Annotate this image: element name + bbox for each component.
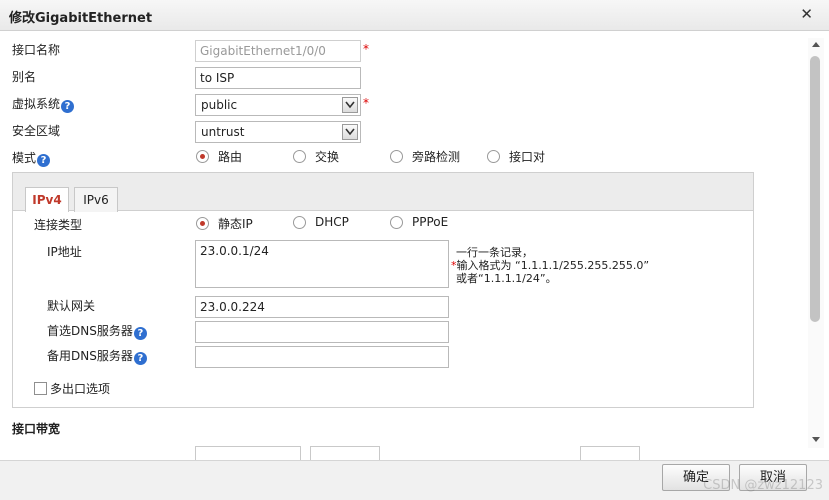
tab-ipv4[interactable]: IPv4 [25,187,69,212]
multi-exit-label: 多出口选项 [50,382,111,396]
conn-radio-static[interactable]: 静态IP [196,215,253,232]
ip-address-label: IP地址 [47,245,82,259]
multi-exit-checkbox[interactable]: 多出口选项 [34,380,110,397]
hint-line1: 一行一条记录， [456,246,533,259]
primary-dns-input[interactable] [195,321,449,343]
security-zone-value: untrust [201,125,245,139]
ip-address-textarea[interactable]: 23.0.0.1/24 [195,240,449,288]
security-zone-label: 安全区域 [12,124,61,138]
bandwidth-section-title: 接口带宽 [12,422,61,436]
watermark: CSDN @zwz12123 [703,478,823,493]
mode-radio-route[interactable]: 路由 [196,148,242,165]
mode-option-label: 交换 [315,150,340,164]
ip-tab-panel: IPv4 IPv6 [12,172,754,408]
ip-format-hint: 一行一条记录， *输入格式为 “1.1.1.1/255.255.255.0” 或… [451,246,649,285]
conn-option-label: 静态IP [218,217,253,231]
tab-strip: IPv4 IPv6 [13,173,753,212]
conn-radio-pppoe[interactable]: PPPoE [390,215,448,229]
chevron-down-icon[interactable] [342,124,358,140]
chevron-down-icon[interactable] [342,97,358,113]
radio-dot[interactable] [390,150,403,163]
radio-dot[interactable] [390,215,403,229]
mode-option-label: 接口对 [509,150,546,164]
default-gateway-input[interactable] [195,296,449,318]
mode-option-label: 旁路检测 [412,150,461,164]
radio-dot[interactable] [196,217,209,230]
connection-type-label: 连接类型 [34,218,83,232]
interface-name-input [195,40,361,62]
mode-label: 模式? [12,149,51,167]
hint-line3: 或者“1.1.1.1/24”。 [456,272,557,285]
secondary-dns-label-text: 备用DNS服务器 [47,349,133,363]
virtual-system-label-text: 虚拟系统 [12,97,61,111]
interface-name-label: 接口名称 [12,43,61,57]
mode-option-label: 路由 [218,150,243,164]
radio-dot[interactable] [196,150,209,163]
checkbox-box[interactable] [34,382,47,395]
tab-ipv6[interactable]: IPv6 [74,187,118,212]
security-zone-select[interactable]: untrust [195,121,361,143]
scroll-up-icon[interactable] [809,38,823,50]
primary-dns-label: 首选DNS服务器? [47,322,147,340]
help-icon[interactable]: ? [133,327,147,340]
dialog-title: 修改GigabitEthernet [9,11,153,26]
required-mark: * [363,42,369,56]
required-mark: * [363,96,369,110]
secondary-dns-input[interactable] [195,346,449,368]
help-icon[interactable]: ? [61,100,75,113]
dialog-titlebar: 修改GigabitEthernet ✕ [0,0,829,31]
mode-radio-switch[interactable]: 交换 [293,148,339,165]
bandwidth-input-partial[interactable] [580,446,640,460]
radio-dot[interactable] [293,215,306,229]
scroll-down-icon[interactable] [809,434,823,446]
radio-dot[interactable] [487,150,500,163]
bandwidth-unit-select-partial[interactable] [310,446,380,460]
bandwidth-input-partial[interactable] [195,446,301,460]
virtual-system-select[interactable]: public [195,94,361,116]
help-icon[interactable]: ? [37,154,51,167]
virtual-system-value: public [201,98,238,112]
primary-dns-label-text: 首选DNS服务器 [47,324,133,338]
alias-input[interactable] [195,67,361,89]
close-icon[interactable]: ✕ [800,5,813,23]
conn-option-label: DHCP [315,215,349,229]
radio-dot[interactable] [293,150,306,163]
mode-label-text: 模式 [12,151,37,165]
secondary-dns-label: 备用DNS服务器? [47,347,147,365]
virtual-system-label: 虚拟系统? [12,95,75,113]
alias-label: 别名 [12,70,37,84]
conn-option-label: PPPoE [412,215,449,229]
mode-radio-bypass[interactable]: 旁路检测 [390,148,460,165]
default-gateway-label: 默认网关 [47,299,96,313]
help-icon[interactable]: ? [133,352,147,365]
conn-radio-dhcp[interactable]: DHCP [293,215,349,229]
hint-line2: *输入格式为 “1.1.1.1/255.255.255.0” [451,259,649,272]
hint-line2-text: 输入格式为 “1.1.1.1/255.255.255.0” [456,259,650,272]
mode-radio-pair[interactable]: 接口对 [487,148,545,165]
scrollbar-thumb[interactable] [810,56,820,322]
